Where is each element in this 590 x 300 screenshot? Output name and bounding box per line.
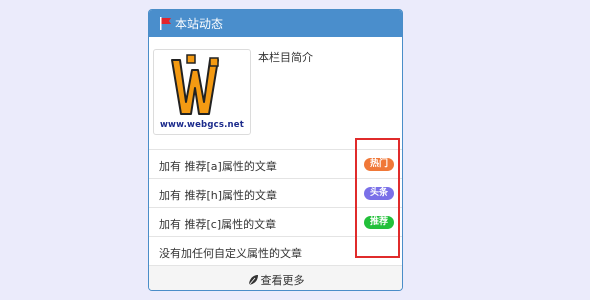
article-title[interactable]: 没有加任何自定义属性的文章 bbox=[159, 245, 302, 261]
panel-header: 本站动态 bbox=[149, 10, 402, 37]
highlight-box bbox=[355, 138, 400, 258]
logo-caption: www.webgcs.net bbox=[159, 120, 245, 130]
panel-title: 本站动态 bbox=[175, 17, 224, 31]
leaf-icon bbox=[247, 274, 259, 286]
intro-text: 本栏目简介 bbox=[258, 51, 313, 64]
site-logo[interactable]: www.webgcs.net bbox=[153, 49, 251, 135]
article-title[interactable]: 加有 推荐[a]属性的文章 bbox=[159, 158, 277, 174]
view-more-button[interactable]: 查看更多 bbox=[149, 266, 402, 290]
flag-icon bbox=[159, 17, 172, 30]
view-more-label: 查看更多 bbox=[260, 274, 305, 287]
article-title[interactable]: 加有 推荐[c]属性的文章 bbox=[159, 216, 276, 232]
intro-section: www.webgcs.net 本栏目简介 bbox=[149, 37, 402, 150]
article-title[interactable]: 加有 推荐[h]属性的文章 bbox=[159, 187, 277, 203]
